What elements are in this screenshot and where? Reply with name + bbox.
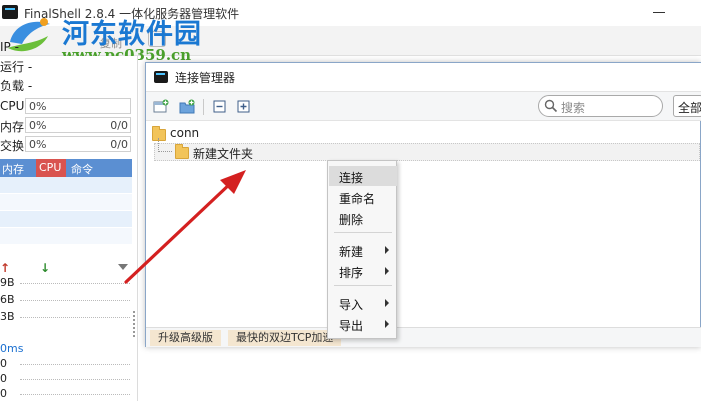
swap-meter-label: 交换 [0, 139, 25, 153]
annotation-arrow-icon [124, 170, 246, 284]
cpu-meter-value: 0% [29, 100, 47, 113]
menu-item-label: 导出 [339, 319, 364, 333]
tree-node-label: conn [170, 126, 200, 140]
dialog-toolbar: 搜索 全部 [146, 91, 701, 121]
menu-item-label: 导入 [339, 298, 364, 312]
table-row[interactable] [0, 211, 132, 228]
ping-scale-high: 0 [0, 357, 7, 370]
menu-item-export[interactable]: 导出 [329, 314, 397, 334]
memory-meter-label: 内存 [0, 120, 25, 134]
ping-scale-mid: 0 [0, 372, 7, 385]
new-folder-icon[interactable] [179, 99, 195, 114]
menu-item-label: 排序 [339, 266, 364, 280]
cpu-meter-bar: 0% [25, 98, 131, 114]
swap-meter-bar: 0% 0/0 [25, 136, 131, 152]
submenu-arrow-icon [385, 299, 389, 307]
search-icon [544, 99, 558, 113]
memory-meter-bar: 0% 0/0 [25, 117, 131, 133]
tcp-acceleration-link[interactable]: 最快的双边TCP加速 [228, 330, 342, 346]
tree-connector-line [158, 138, 172, 152]
memory-meter-value: 0% [29, 119, 47, 132]
net-scale-high: 9B [0, 276, 15, 289]
net-gridline [20, 317, 130, 318]
swap-meter-ratio: 0/0 [110, 138, 128, 151]
process-table-body [0, 177, 132, 245]
menu-item-rename[interactable]: 重命名 [329, 187, 397, 207]
menu-item-sort[interactable]: 排序 [329, 261, 397, 281]
filter-select[interactable]: 全部 [673, 95, 701, 117]
table-row[interactable] [0, 194, 132, 211]
search-placeholder: 搜索 [561, 101, 586, 115]
filter-selected-value: 全部 [678, 101, 701, 115]
net-scale-low: 3B [0, 310, 15, 323]
memory-meter: 内存 0% 0/0 [0, 117, 132, 134]
table-row[interactable] [0, 177, 132, 194]
tree-node-new-folder[interactable]: 新建文件夹 [154, 138, 700, 161]
menu-item-label: 删除 [339, 213, 364, 227]
uptime-info: 运行 - [0, 60, 33, 74]
folder-icon [175, 144, 189, 159]
cpu-meter-label: CPU [0, 99, 25, 113]
mem-column-header[interactable]: 内存 [2, 161, 24, 177]
search-input[interactable]: 搜索 [538, 95, 663, 117]
ping-gridline [20, 394, 130, 395]
swap-meter-value: 0% [29, 138, 47, 151]
menu-separator [334, 285, 392, 286]
process-table-header: 内存 CPU 命令 [0, 159, 132, 177]
menu-item-new[interactable]: 新建 [329, 240, 397, 260]
menu-item-label: 新建 [339, 245, 364, 259]
toolbar-separator [203, 99, 204, 115]
collapse-all-icon[interactable] [212, 99, 228, 114]
cpu-meter: CPU 0% [0, 98, 132, 114]
arrow-down-icon: ↓ [40, 261, 51, 275]
minimize-button[interactable] [653, 12, 665, 13]
net-gridline [20, 300, 130, 301]
menu-item-label: 连接 [339, 171, 364, 185]
new-connection-icon[interactable] [153, 99, 169, 114]
menu-separator [334, 232, 392, 233]
menu-item-connect[interactable]: 连接 [329, 166, 397, 186]
ip-info: IP - [0, 40, 19, 54]
menu-item-label: 重命名 [339, 192, 376, 206]
menu-item-delete[interactable]: 删除 [329, 208, 397, 228]
submenu-arrow-icon [385, 320, 389, 328]
dialog-title-bar[interactable]: 连接管理器 [146, 63, 701, 91]
menu-item-import[interactable]: 导入 [329, 293, 397, 313]
dialog-title: 连接管理器 [175, 71, 236, 85]
expand-all-icon[interactable] [236, 99, 252, 114]
net-gridline [20, 283, 130, 284]
context-menu: 连接 重命名 删除 新建 排序 导入 导出 [327, 160, 397, 339]
dialog-status-bar: 升级高级版 最快的双边TCP加速 [146, 327, 701, 347]
upgrade-link[interactable]: 升级高级版 [150, 330, 221, 346]
cpu-column-header[interactable]: CPU [39, 161, 61, 174]
cmd-column-header[interactable]: 命令 [71, 161, 93, 177]
ping-scale-low: 0 [0, 387, 7, 400]
ping-gridline [20, 364, 130, 365]
swap-meter: 交换 0% 0/0 [0, 136, 132, 153]
ping-gridline [20, 379, 130, 380]
arrow-up-icon: ↑ [0, 261, 11, 275]
submenu-arrow-icon [385, 267, 389, 275]
table-row[interactable] [0, 228, 132, 245]
app-icon [154, 71, 168, 83]
net-scale-mid: 6B [0, 293, 15, 306]
submenu-arrow-icon [385, 246, 389, 254]
memory-meter-ratio: 0/0 [110, 119, 128, 132]
ping-label: 0ms [0, 342, 24, 355]
splitter-handle[interactable] [133, 311, 136, 337]
server-status-panel: IP - 运行 - 负载 - CPU 0% 内存 0% 0/0 交换 0% 0/… [0, 40, 138, 401]
load-info: 负载 - [0, 79, 33, 93]
